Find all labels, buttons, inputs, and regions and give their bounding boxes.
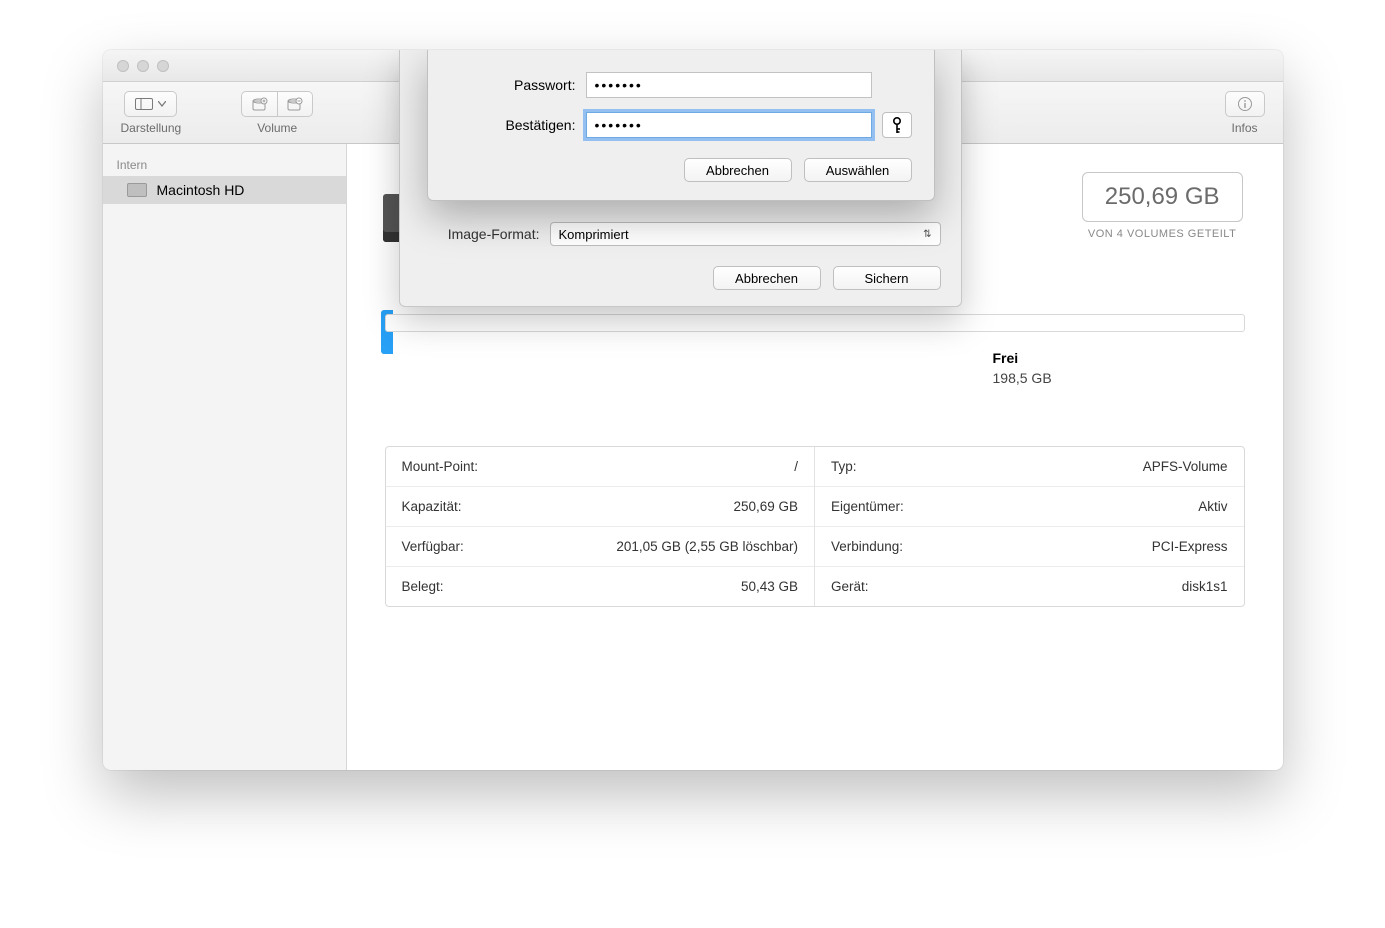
disk-icon bbox=[127, 183, 147, 197]
info-button[interactable] bbox=[1225, 91, 1265, 117]
remove-volume-button[interactable] bbox=[277, 91, 313, 117]
password-input[interactable] bbox=[586, 72, 872, 98]
sidebar-icon bbox=[135, 98, 153, 110]
detail-row: Verfügbar:201,05 GB (2,55 GB löschbar) bbox=[386, 527, 815, 567]
view-label: Darstellung bbox=[121, 121, 182, 135]
detail-row: Mount-Point:/ bbox=[386, 447, 815, 487]
disk-utility-window: Festplattendienstprogramm Darstellung Vo… bbox=[103, 50, 1283, 770]
detail-row: Kapazität:250,69 GB bbox=[386, 487, 815, 527]
volume-minus-icon bbox=[287, 97, 303, 111]
sheet-cancel-button[interactable]: Abbrechen bbox=[713, 266, 821, 290]
volume-plus-icon bbox=[252, 97, 268, 111]
password-sheet: Passwort: Bestätigen: Abbrechen Auswähle… bbox=[427, 50, 935, 201]
password-label: Passwort: bbox=[450, 77, 576, 93]
usage-bar bbox=[385, 314, 1245, 332]
image-format-value: Komprimiert bbox=[559, 227, 629, 242]
detail-row: Typ:APFS-Volume bbox=[815, 447, 1244, 487]
volume-label: Volume bbox=[257, 121, 297, 135]
sheet-save-button[interactable]: Sichern bbox=[833, 266, 941, 290]
size-subtext: VON 4 VOLUMES GETEILT bbox=[1082, 228, 1243, 240]
info-icon bbox=[1237, 96, 1253, 112]
zoom-window-button[interactable] bbox=[157, 60, 169, 72]
close-window-button[interactable] bbox=[117, 60, 129, 72]
format-label: Image-Format: bbox=[420, 226, 540, 242]
sidebar-item-macintosh-hd[interactable]: Macintosh HD bbox=[103, 176, 346, 204]
minimize-window-button[interactable] bbox=[137, 60, 149, 72]
updown-icon: ⇅ bbox=[923, 229, 931, 240]
confirm-password-input[interactable] bbox=[586, 112, 872, 138]
image-format-select[interactable]: Komprimiert ⇅ bbox=[550, 222, 941, 246]
size-summary: 250,69 GB VON 4 VOLUMES GETEILT bbox=[1082, 172, 1243, 240]
password-assistant-button[interactable] bbox=[882, 112, 912, 138]
free-label: Frei bbox=[993, 350, 1193, 366]
size-badge: 250,69 GB bbox=[1082, 172, 1243, 222]
free-value: 198,5 GB bbox=[993, 370, 1193, 386]
sidebar-section-header: Intern bbox=[103, 152, 346, 176]
volume-buttons bbox=[241, 91, 313, 117]
detail-row: Gerät:disk1s1 bbox=[815, 567, 1244, 606]
sidebar-item-label: Macintosh HD bbox=[157, 182, 245, 198]
key-icon bbox=[890, 116, 904, 134]
password-cancel-button[interactable]: Abbrechen bbox=[684, 158, 792, 182]
password-choose-button[interactable]: Auswählen bbox=[804, 158, 912, 182]
sidebar: Intern Macintosh HD bbox=[103, 144, 347, 770]
confirm-label: Bestätigen: bbox=[450, 117, 576, 133]
chevron-down-icon bbox=[158, 101, 166, 107]
add-volume-button[interactable] bbox=[241, 91, 277, 117]
detail-row: Eigentümer:Aktiv bbox=[815, 487, 1244, 527]
info-label: Infos bbox=[1231, 121, 1257, 135]
window-controls bbox=[103, 60, 169, 72]
details-table: Mount-Point:/ Kapazität:250,69 GB Verfüg… bbox=[385, 446, 1245, 607]
view-button[interactable] bbox=[124, 91, 177, 117]
detail-row: Belegt:50,43 GB bbox=[386, 567, 815, 606]
detail-row: Verbindung:PCI-Express bbox=[815, 527, 1244, 567]
